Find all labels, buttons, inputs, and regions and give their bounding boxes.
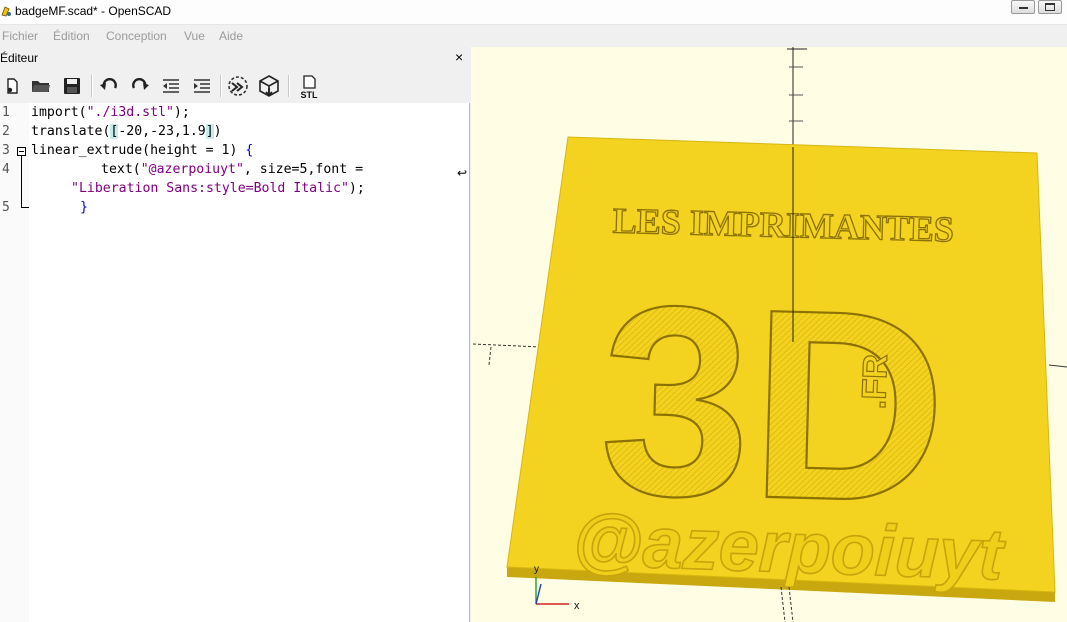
- indent-icon: [194, 79, 210, 93]
- editor-dock-title: Éditeur: [0, 51, 39, 65]
- code-token: import(: [31, 105, 87, 120]
- toolbar-separator: [220, 75, 222, 97]
- code-brace: {: [245, 143, 254, 158]
- code-line-5: }: [80, 200, 88, 215]
- menu-conception[interactable]: Conception: [106, 29, 167, 43]
- new-file-icon: [7, 78, 18, 94]
- 3d-viewport[interactable]: LES IMPRIMANTES 3D .FR @azerpoiuyt x y: [471, 47, 1067, 622]
- menu-edition[interactable]: Édition: [53, 29, 90, 43]
- toolbar-separator: [91, 75, 93, 97]
- gizmo-x-label: x: [574, 600, 580, 612]
- open-file-button[interactable]: [29, 73, 53, 99]
- fold-guide-end: [21, 207, 29, 208]
- code-token: -20,-23,1.9: [118, 124, 206, 139]
- openscad-app-icon: [1, 6, 11, 17]
- code-line-4-wrapped: "Liberation Sans:style=Bold Italic");: [71, 181, 365, 196]
- redo-button[interactable]: [128, 73, 152, 99]
- title-bar: badgeMF.scad* - OpenSCAD: [0, 0, 1067, 25]
- undo-button[interactable]: [97, 73, 121, 99]
- preview-button[interactable]: [226, 73, 250, 99]
- axis-tick: [788, 586, 794, 622]
- code-string: "@azerpoiuyt": [140, 162, 244, 177]
- preview-icon: [228, 76, 248, 96]
- code-token: , size=5,font =: [243, 162, 371, 177]
- unindent-icon: [163, 79, 179, 93]
- code-token: linear_extrude(height = 1): [31, 143, 246, 158]
- gizmo-z-axis: [535, 583, 542, 605]
- editor-toolbar: STL: [0, 70, 470, 102]
- menu-aide[interactable]: Aide: [219, 29, 243, 43]
- export-stl-icon: STL: [301, 75, 319, 99]
- window-title: badgeMF.scad* - OpenSCAD: [15, 4, 172, 18]
- toolbar-separator: [288, 75, 290, 97]
- code-string: "Liberation Sans:style=Bold Italic": [71, 181, 349, 196]
- close-dock-button[interactable]: ×: [455, 49, 463, 65]
- export-stl-label: STL: [301, 90, 319, 99]
- code-token: );: [348, 181, 365, 196]
- code-line-4: text("@azerpoiuyt", size=5,font =: [101, 162, 371, 177]
- render-button[interactable]: [257, 73, 281, 99]
- line-number: 3: [2, 143, 10, 158]
- badge-relief: LES IMPRIMANTES 3D .FR @azerpoiuyt: [571, 200, 1008, 597]
- undo-icon: [100, 78, 117, 90]
- menu-bar: Fichier Édition Conception Vue Aide: [0, 26, 1067, 46]
- minimize-button[interactable]: [1011, 0, 1035, 14]
- maximize-button[interactable]: [1038, 0, 1062, 14]
- line-number: 5: [2, 200, 10, 215]
- line-number-gutter: 1 2 3 4 5: [0, 103, 29, 622]
- code-line-1: import("./i3d.stl");: [31, 105, 190, 120]
- code-token: );: [173, 105, 190, 120]
- line-number: 4: [2, 162, 10, 177]
- code-editor[interactable]: 1 2 3 4 5 import("./i3d.stl"); translate…: [0, 103, 470, 622]
- code-token: translate(: [31, 124, 111, 139]
- x-axis-negative-line: [472, 343, 542, 348]
- code-token: ): [213, 124, 222, 139]
- render-icon: [259, 75, 279, 97]
- line-number: 1: [2, 105, 10, 120]
- code-line-3: linear_extrude(height = 1) {: [31, 143, 253, 158]
- word-wrap-icon: ↩: [457, 166, 468, 180]
- gizmo-y-label: y: [534, 564, 539, 575]
- code-string: "./i3d.stl": [86, 105, 174, 120]
- editor-dock-header: Éditeur ×: [0, 48, 470, 68]
- save-button[interactable]: [60, 73, 84, 99]
- fold-guide: [21, 156, 22, 208]
- badge-fr-text: .FR: [855, 354, 895, 410]
- viewport-render: LES IMPRIMANTES 3D .FR @azerpoiuyt x y: [472, 47, 1067, 622]
- save-icon: [64, 78, 80, 94]
- x-axis-positive-line: [1048, 364, 1067, 368]
- fold-toggle-icon[interactable]: [17, 147, 26, 156]
- open-folder-icon: [32, 81, 50, 92]
- line-number: 2: [2, 124, 10, 139]
- code-token: text(: [101, 162, 141, 177]
- export-stl-button[interactable]: STL: [295, 73, 323, 99]
- menu-fichier[interactable]: Fichier: [2, 29, 38, 43]
- unindent-button[interactable]: [159, 73, 183, 99]
- new-file-button[interactable]: [0, 73, 24, 99]
- maximize-icon: [1045, 3, 1055, 11]
- code-line-2: translate([-20,-23,1.9]): [31, 124, 222, 139]
- axis-tick: [488, 346, 492, 366]
- redo-icon: [132, 78, 149, 90]
- axis-tick: [780, 586, 786, 622]
- bracket-match: ]: [205, 124, 214, 139]
- minimize-icon: [1019, 7, 1028, 9]
- indent-button[interactable]: [190, 73, 214, 99]
- badge-handle-text: @azerpoiuyt: [571, 501, 1007, 596]
- menu-vue[interactable]: Vue: [184, 29, 205, 43]
- code-brace: }: [80, 200, 88, 215]
